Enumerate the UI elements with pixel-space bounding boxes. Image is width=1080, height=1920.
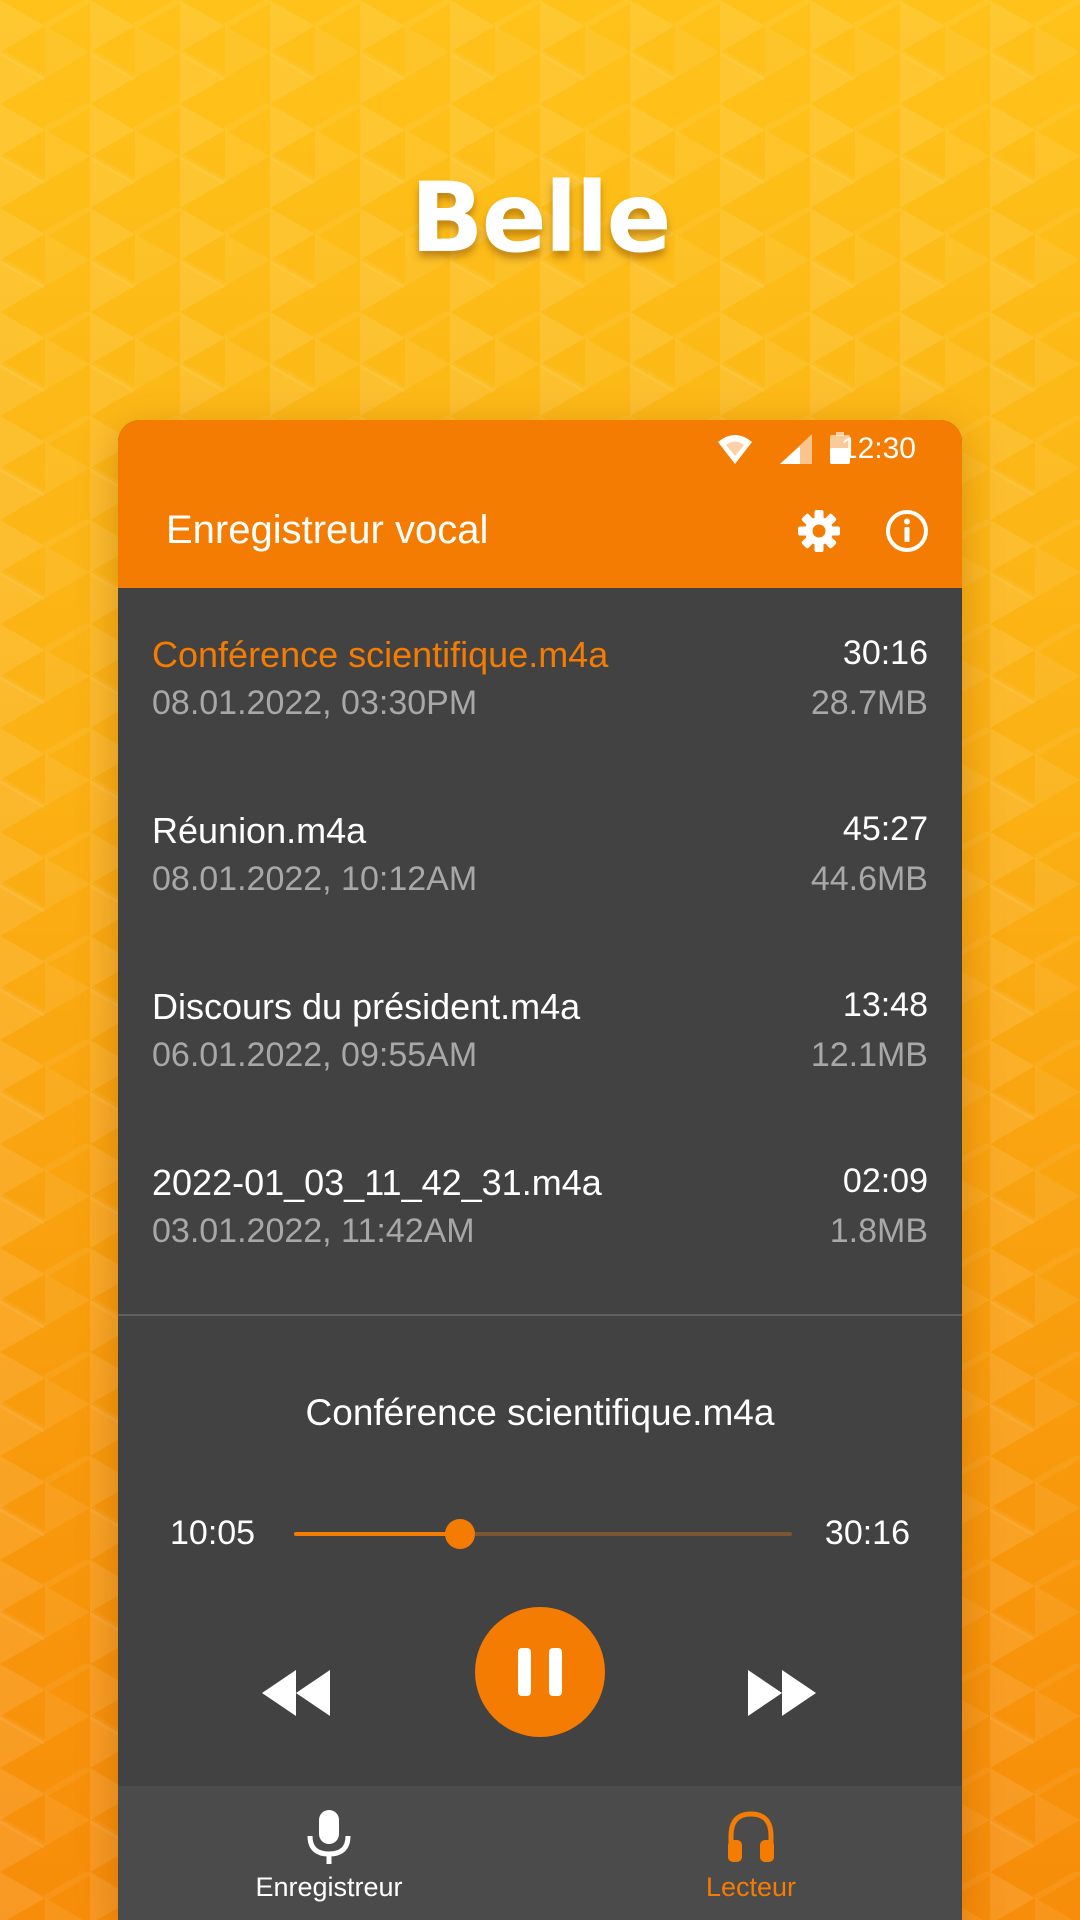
settings-icon[interactable]	[796, 508, 842, 554]
recording-duration: 45:27	[842, 810, 928, 848]
recordings-list: Conférence scientifique.m4a 08.01.2022, …	[118, 588, 962, 1292]
recording-duration: 02:09	[842, 1162, 928, 1200]
seek-progress	[294, 1532, 460, 1536]
app-bar: 12:30 Enregistreur vocal	[118, 420, 962, 588]
status-bar: 12:30	[118, 420, 962, 484]
pause-icon	[549, 1648, 562, 1696]
nav-item-recorder[interactable]: Enregistreur	[118, 1786, 540, 1920]
recording-size: 28.7MB	[810, 684, 928, 722]
total-time: 30:16	[824, 1514, 910, 1552]
recording-name: Conférence scientifique.m4a	[152, 634, 609, 675]
recording-date: 06.01.2022, 09:55AM	[152, 1036, 478, 1074]
status-time: 12:30	[840, 432, 916, 465]
recording-date: 08.01.2022, 03:30PM	[152, 684, 478, 722]
list-item[interactable]: 2022-01_03_11_42_31.m4a 03.01.2022, 11:4…	[118, 1116, 962, 1292]
fast-forward-icon[interactable]	[744, 1668, 816, 1718]
list-item[interactable]: Réunion.m4a 08.01.2022, 10:12AM 45:27 44…	[118, 764, 962, 940]
now-playing-title: Conférence scientifique.m4a	[305, 1392, 775, 1433]
recording-name: Discours du président.m4a	[152, 986, 581, 1027]
list-item[interactable]: Discours du président.m4a 06.01.2022, 09…	[118, 940, 962, 1116]
nav-label: Lecteur	[705, 1872, 797, 1902]
brand-title: Belle	[410, 162, 671, 274]
rewind-icon[interactable]	[262, 1668, 334, 1718]
seek-handle[interactable]	[444, 1519, 475, 1549]
recording-date: 08.01.2022, 10:12AM	[152, 860, 478, 898]
signal-icon	[780, 434, 812, 464]
bottom-nav: Enregistreur Lecteur	[118, 1786, 962, 1920]
divider	[118, 1314, 962, 1316]
nav-item-player[interactable]: Lecteur	[540, 1786, 962, 1920]
elapsed-time: 10:05	[170, 1514, 256, 1552]
headphones-icon	[728, 1811, 774, 1862]
recording-date: 03.01.2022, 11:42AM	[152, 1212, 475, 1250]
microphone-icon	[307, 1810, 351, 1864]
recording-name: 2022-01_03_11_42_31.m4a	[152, 1162, 602, 1203]
recording-size: 12.1MB	[810, 1036, 928, 1074]
app-title: Enregistreur vocal	[166, 508, 489, 552]
wifi-icon	[718, 435, 752, 464]
recording-size: 1.8MB	[829, 1212, 928, 1250]
list-item[interactable]: Conférence scientifique.m4a 08.01.2022, …	[118, 588, 962, 764]
phone-screen: 12:30 Enregistreur vocal Conférence scie…	[118, 420, 962, 1920]
recording-name: Réunion.m4a	[152, 810, 367, 851]
recording-size: 44.6MB	[810, 860, 928, 898]
pause-icon	[518, 1648, 531, 1696]
info-icon[interactable]	[884, 508, 930, 554]
nav-label: Enregistreur	[255, 1872, 403, 1902]
pause-button[interactable]	[475, 1607, 605, 1737]
seek-bar[interactable]	[294, 1519, 792, 1549]
recording-duration: 13:48	[842, 986, 928, 1024]
recording-duration: 30:16	[842, 634, 928, 672]
